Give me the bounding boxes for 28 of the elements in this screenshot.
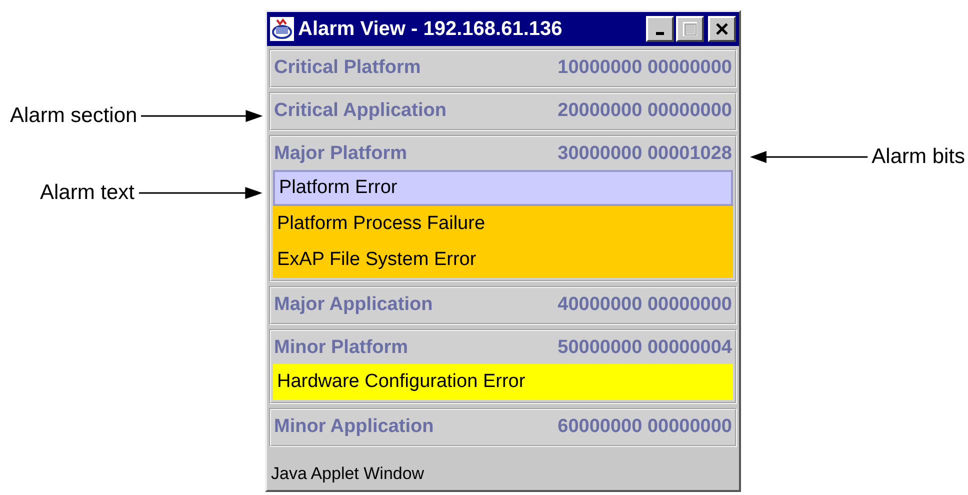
alarm-bits: 60000000 00000000 bbox=[558, 416, 732, 438]
minimize-button[interactable] bbox=[646, 16, 674, 42]
alarm-bits: 30000000 00001028 bbox=[558, 143, 732, 165]
section-name: Minor Application bbox=[274, 416, 434, 438]
section-name: Critical Platform bbox=[274, 57, 421, 79]
alarm-bits: 50000000 00000004 bbox=[558, 337, 732, 359]
section-name: Major Platform bbox=[274, 143, 408, 165]
alarm-item[interactable]: Hardware Configuration Error bbox=[273, 364, 733, 400]
app-icon bbox=[270, 17, 294, 41]
alarm-bits: 40000000 00000000 bbox=[558, 294, 732, 316]
section-name: Minor Platform bbox=[274, 337, 408, 359]
alarm-item[interactable]: Platform Process Failure bbox=[273, 206, 733, 242]
status-text: Java Applet Window bbox=[271, 464, 424, 484]
close-icon bbox=[715, 22, 729, 36]
maximize-icon bbox=[683, 22, 697, 36]
alarm-item[interactable]: ExAP File System Error bbox=[273, 242, 733, 278]
maximize-button[interactable] bbox=[676, 16, 704, 42]
close-button[interactable] bbox=[708, 16, 736, 42]
section-name: Critical Application bbox=[274, 100, 446, 122]
alarm-bits: 10000000 00000000 bbox=[558, 57, 732, 79]
callout-label: Alarm bits bbox=[872, 145, 965, 169]
alarm-bits: 20000000 00000000 bbox=[558, 100, 732, 122]
alarm-item[interactable]: Platform Error bbox=[273, 170, 733, 206]
callout-label: Alarm section bbox=[10, 104, 138, 128]
window-title: Alarm View - 192.168.61.136 bbox=[298, 18, 562, 40]
section-name: Major Application bbox=[274, 294, 433, 316]
minimize-icon bbox=[656, 32, 664, 35]
callout-label: Alarm text bbox=[40, 181, 135, 205]
